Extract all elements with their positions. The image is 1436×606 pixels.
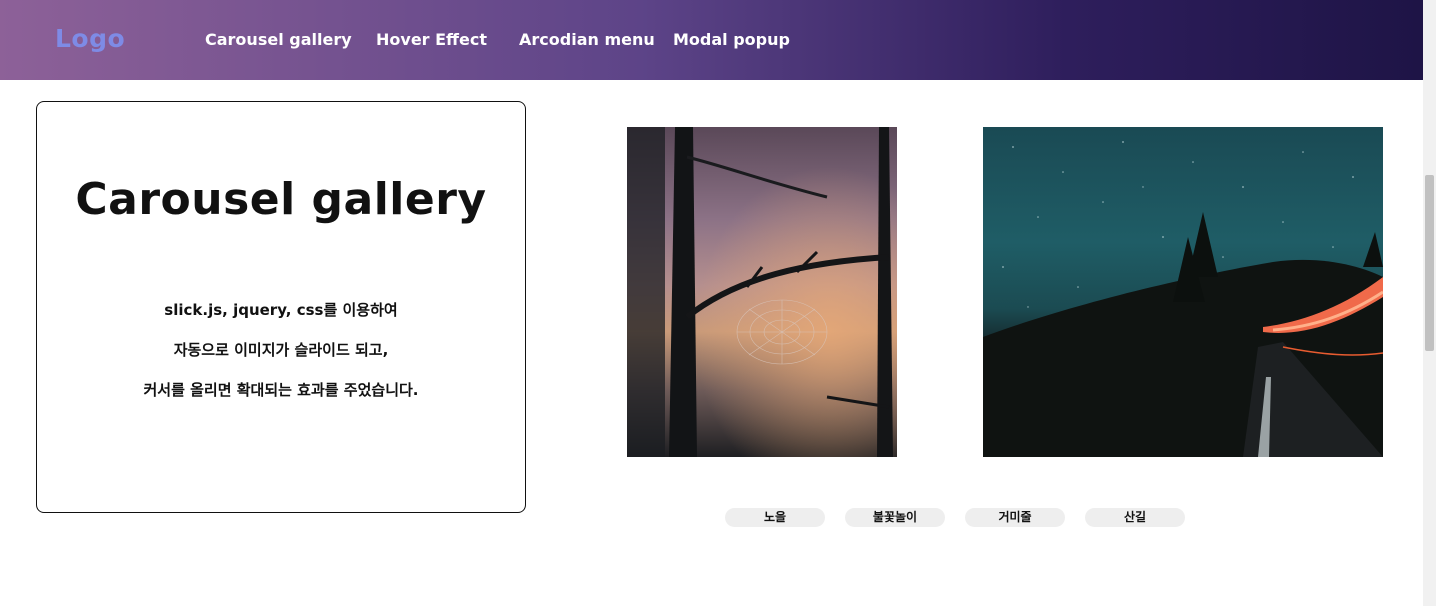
thumb-button-spiderweb[interactable]: 거미줄 — [965, 508, 1065, 527]
top-header: Logo Carousel gallery Hover Effect Arcod… — [0, 0, 1423, 80]
nav-modal-popup[interactable]: Modal popup — [673, 30, 790, 49]
nav-carousel-gallery[interactable]: Carousel gallery — [205, 30, 376, 49]
thumb-button-fireworks[interactable]: 불꽃놀이 — [845, 508, 945, 527]
description-line: 자동으로 이미지가 슬라이드 되고, — [173, 341, 389, 359]
slide-thumbnails: 노을 불꽃놀이 거미줄 산길 — [725, 508, 1185, 527]
nav-hover-effect[interactable]: Hover Effect — [376, 30, 519, 49]
sunset-web-photo — [627, 127, 897, 457]
card-title: Carousel gallery — [75, 174, 487, 225]
main-nav: Carousel gallery Hover Effect Arcodian m… — [205, 30, 790, 49]
description-card: Carousel gallery slick.js, jquery, css를 … — [36, 101, 526, 513]
mountain-road-photo — [983, 141, 1383, 457]
thumb-button-mountain-road[interactable]: 산길 — [1085, 508, 1185, 527]
nav-arcodian-menu[interactable]: Arcodian menu — [519, 30, 673, 49]
description-line: 커서를 올리면 확대되는 효과를 주었습니다. — [143, 381, 419, 399]
slide-sunset-web[interactable] — [627, 127, 897, 457]
vertical-scrollbar[interactable] — [1423, 0, 1436, 606]
scrollbar-thumb[interactable] — [1425, 175, 1434, 351]
logo[interactable]: Logo — [55, 24, 125, 53]
thumb-button-sunset[interactable]: 노을 — [725, 508, 825, 527]
description-line: slick.js, jquery, css를 이용하여 — [164, 301, 398, 319]
card-description: slick.js, jquery, css를 이용하여 자동으로 이미지가 슬라… — [37, 290, 525, 410]
page: Logo Carousel gallery Hover Effect Arcod… — [0, 0, 1436, 606]
slide-mountain-road[interactable] — [983, 127, 1383, 457]
